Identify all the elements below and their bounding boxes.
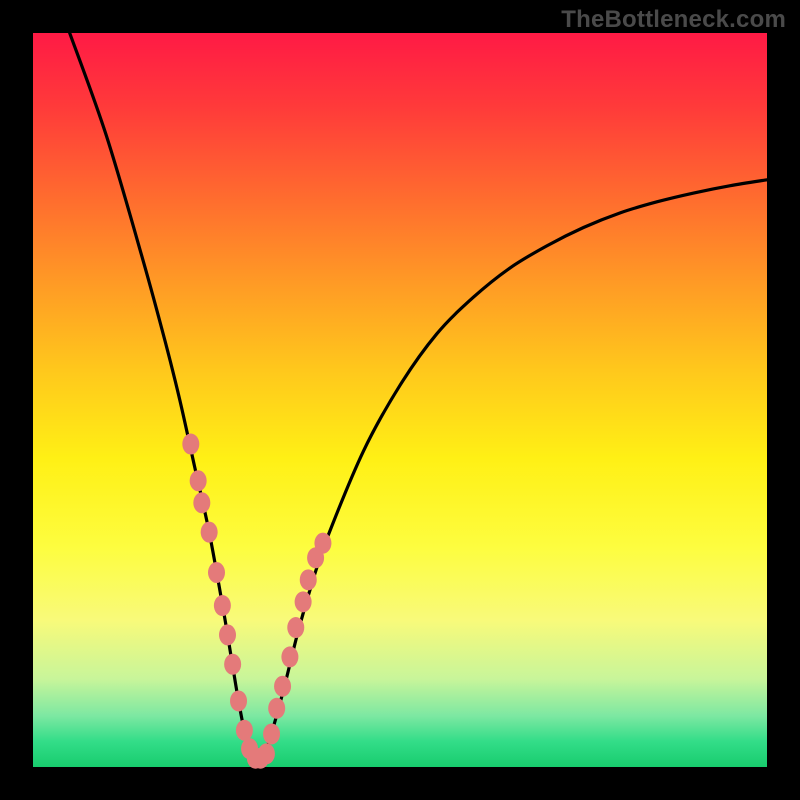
curve-marker xyxy=(300,569,317,590)
curve-marker xyxy=(230,690,247,711)
curve-marker xyxy=(190,470,207,491)
curve-marker xyxy=(236,720,253,741)
curve-marker xyxy=(263,723,280,744)
chart-svg xyxy=(0,0,800,800)
curve-marker xyxy=(224,654,241,675)
curve-marker xyxy=(258,743,275,764)
chart-frame: TheBottleneck.com xyxy=(0,0,800,800)
curve-marker xyxy=(274,676,291,697)
curve-marker xyxy=(268,698,285,719)
curve-marker xyxy=(287,617,304,638)
bottleneck-curve xyxy=(70,33,767,762)
curve-marker xyxy=(219,624,236,645)
marker-group xyxy=(182,434,331,769)
curve-marker xyxy=(193,492,210,513)
curve-marker xyxy=(201,522,218,543)
curve-marker xyxy=(295,591,312,612)
curve-marker xyxy=(281,646,298,667)
curve-marker xyxy=(314,533,331,554)
curve-marker xyxy=(182,434,199,455)
curve-marker xyxy=(208,562,225,583)
curve-marker xyxy=(214,595,231,616)
